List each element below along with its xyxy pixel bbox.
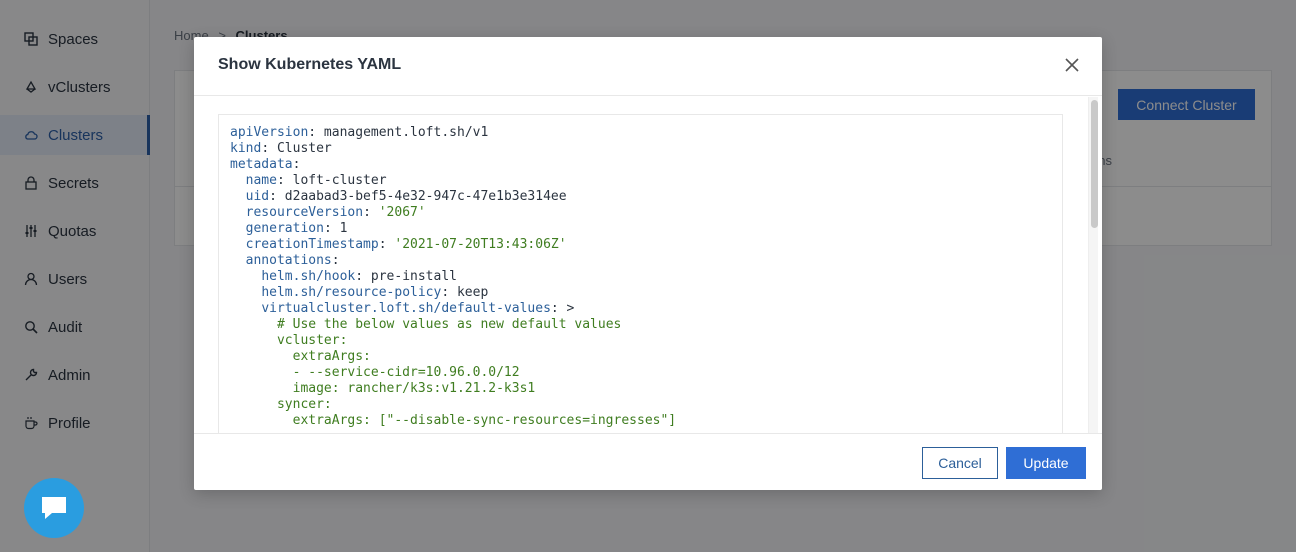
modal-body: apiVersion: management.loft.sh/v1 kind: … — [194, 96, 1102, 433]
chat-widget-button[interactable] — [24, 478, 84, 538]
modal-title: Show Kubernetes YAML — [218, 56, 402, 73]
yaml-modal: Show Kubernetes YAML apiVersion: managem… — [194, 37, 1102, 490]
yaml-editor[interactable]: apiVersion: management.loft.sh/v1 kind: … — [218, 114, 1063, 433]
modal-footer: Cancel Update — [194, 433, 1102, 490]
scrollbar-thumb[interactable] — [1091, 100, 1098, 228]
yaml-content: apiVersion: management.loft.sh/v1 kind: … — [230, 125, 677, 428]
close-icon — [1065, 58, 1079, 72]
close-button[interactable] — [1062, 55, 1082, 75]
modal-header: Show Kubernetes YAML — [194, 37, 1102, 96]
update-button[interactable]: Update — [1006, 447, 1086, 479]
cancel-button[interactable]: Cancel — [922, 447, 998, 479]
chat-icon — [42, 497, 66, 519]
yaml-scrollbar[interactable] — [1088, 97, 1098, 433]
